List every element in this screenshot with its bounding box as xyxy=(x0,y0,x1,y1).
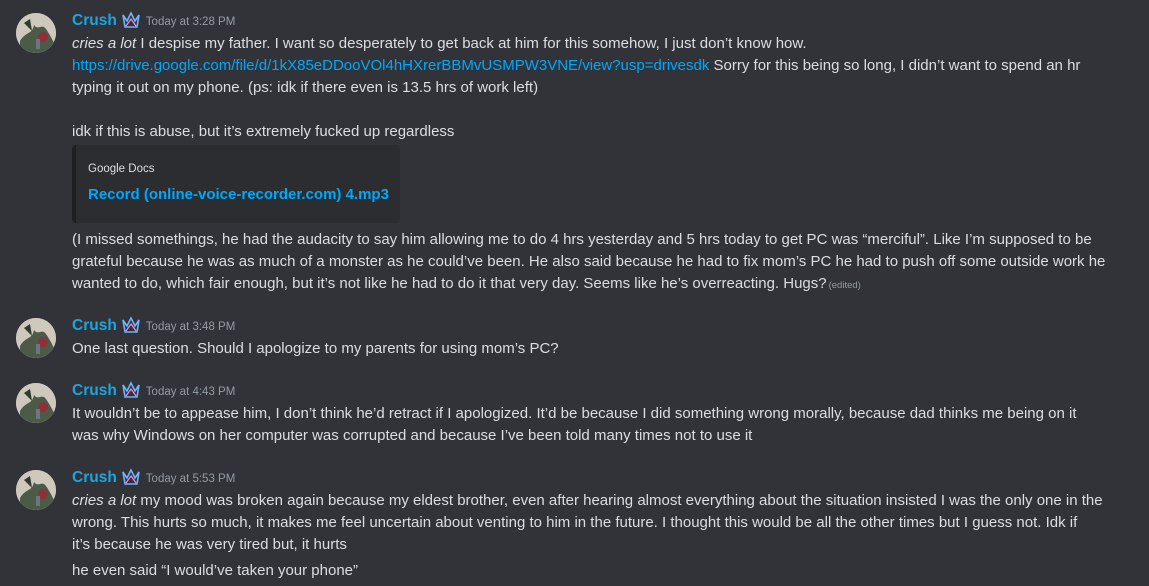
timestamp[interactable]: Today at 4:43 PM xyxy=(146,386,236,398)
crown-badge-icon[interactable] xyxy=(121,381,141,401)
username[interactable]: Crush xyxy=(72,12,117,30)
embed-provider: Google Docs xyxy=(88,163,155,175)
edited-label[interactable]: (edited) xyxy=(829,280,861,291)
message-line: it’s because he was very tired but, it h… xyxy=(72,534,1129,556)
drive-link[interactable]: https://drive.google.com/file/d/1kX85eDD… xyxy=(72,57,709,74)
crown-badge-icon[interactable] xyxy=(121,316,141,336)
chat-message-list: Crush Today at 3:28 PM cries a lot I des… xyxy=(0,0,1149,586)
message-text: wanted to do, which fair enough, but it’… xyxy=(72,275,827,292)
message-text: It wouldn’t be to appease him, I don’t t… xyxy=(72,405,1077,422)
message-line: https://drive.google.com/file/d/1kX85eDD… xyxy=(72,55,1129,77)
embed-title-link[interactable]: Record (online-voice-recorder.com) 4.mp3 xyxy=(88,186,389,203)
message-header: Crush Today at 4:43 PM xyxy=(72,381,235,401)
timestamp[interactable]: Today at 3:28 PM xyxy=(146,16,236,28)
message-text: my mood was broken again because my elde… xyxy=(136,492,1103,509)
avatar[interactable] xyxy=(16,470,56,510)
message-text: One last question. Should I apologize to… xyxy=(72,340,559,357)
avatar[interactable] xyxy=(16,383,56,423)
message-text: (I missed somethings, he had the audacit… xyxy=(72,231,1092,248)
timestamp[interactable]: Today at 5:53 PM xyxy=(146,473,236,485)
username[interactable]: Crush xyxy=(72,317,117,335)
username[interactable]: Crush xyxy=(72,382,117,400)
avatar-image-icon xyxy=(16,470,56,510)
italic-text: cries a lot xyxy=(72,35,137,52)
message-text: grateful because he was as much of a mon… xyxy=(72,253,1106,270)
italic-text: cries a lot xyxy=(72,492,137,509)
message-text: idk if this is abuse, but it’s extremely… xyxy=(72,123,455,140)
message-line: cries a lot I despise my father. I want … xyxy=(72,33,1129,55)
message-text: I despise my father. I want so desperate… xyxy=(136,35,807,52)
message-text: was why Windows on her computer was corr… xyxy=(72,427,753,444)
message-line: he even said “I would’ve taken your phon… xyxy=(72,560,1129,582)
message-text: it’s because he was very tired but, it h… xyxy=(72,536,347,553)
avatar-image-icon xyxy=(16,383,56,423)
message-header: Crush Today at 5:53 PM xyxy=(72,468,235,488)
message-text: Sorry for this being so long, I didn’t w… xyxy=(709,57,1081,74)
link-embed: Google Docs Record (online-voice-recorde… xyxy=(72,145,400,223)
message-line: grateful because he was as much of a mon… xyxy=(72,251,1129,273)
message-line: One last question. Should I apologize to… xyxy=(72,338,1129,360)
message-text: wrong. This hurts so much, it makes me f… xyxy=(72,514,1078,531)
message-line: It wouldn’t be to appease him, I don’t t… xyxy=(72,403,1129,425)
crown-badge-icon[interactable] xyxy=(121,468,141,488)
avatar[interactable] xyxy=(16,13,56,53)
crown-badge-icon[interactable] xyxy=(121,11,141,31)
message-line: typing it out on my phone. (ps: idk if t… xyxy=(72,77,1129,99)
message-header: Crush Today at 3:28 PM xyxy=(72,11,235,31)
avatar-image-icon xyxy=(16,318,56,358)
avatar[interactable] xyxy=(16,318,56,358)
username[interactable]: Crush xyxy=(72,469,117,487)
message-line: wrong. This hurts so much, it makes me f… xyxy=(72,512,1129,534)
message-text: he even said “I would’ve taken your phon… xyxy=(72,562,359,579)
message-text: typing it out on my phone. (ps: idk if t… xyxy=(72,79,539,96)
message-line: idk if this is abuse, but it’s extremely… xyxy=(72,121,1129,143)
message-header: Crush Today at 3:48 PM xyxy=(72,316,235,336)
message-line: cries a lot my mood was broken again bec… xyxy=(72,490,1129,512)
avatar-image-icon xyxy=(16,13,56,53)
message-line: (I missed somethings, he had the audacit… xyxy=(72,229,1129,251)
timestamp[interactable]: Today at 3:48 PM xyxy=(146,321,236,333)
message-line: wanted to do, which fair enough, but it’… xyxy=(72,273,1129,297)
message-line: was why Windows on her computer was corr… xyxy=(72,425,1129,447)
